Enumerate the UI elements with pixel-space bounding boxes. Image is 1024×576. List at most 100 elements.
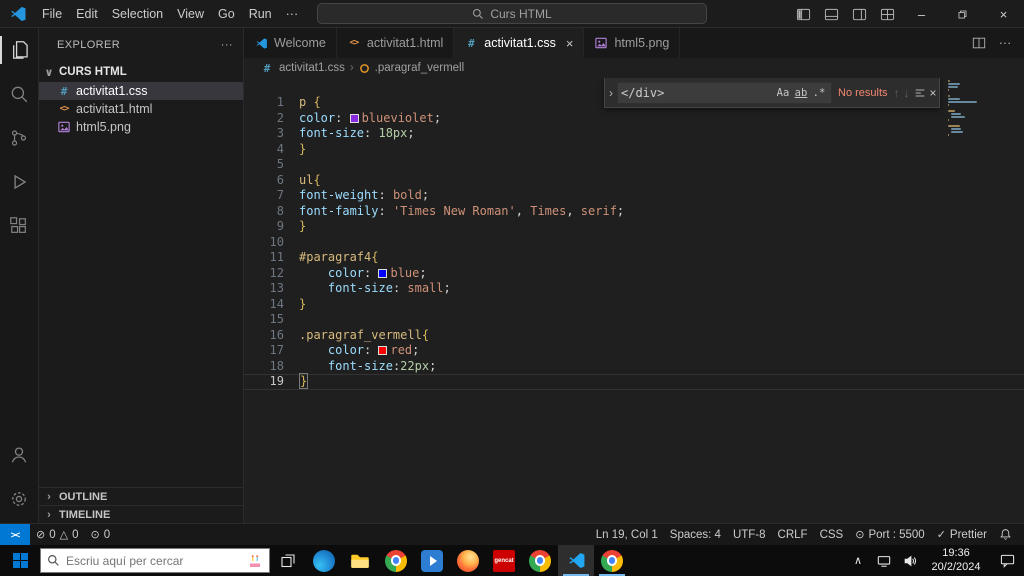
tab-activitat1-css[interactable]: # activitat1.css × [454, 28, 585, 58]
breadcrumb-file[interactable]: activitat1.css [279, 62, 345, 74]
code-editor[interactable]: 1p {2 color: blueviolet; 3 font-size: 18px;… [244, 78, 1024, 523]
more-actions-icon[interactable]: ··· [994, 32, 1016, 54]
breadcrumb-symbol[interactable]: .paragraf_vermell [375, 62, 464, 74]
match-case-icon[interactable]: Aa [774, 87, 792, 99]
taskbar-edge[interactable] [306, 545, 342, 576]
code-line-5[interactable]: 5 [244, 157, 1024, 173]
run-debug-icon[interactable] [0, 160, 38, 204]
restore-button[interactable] [942, 0, 983, 28]
explorer-more-actions-icon[interactable]: ··· [221, 39, 233, 51]
outline-section[interactable]: › OUTLINE [39, 487, 243, 505]
tab-html5-png[interactable]: html5.png [584, 28, 681, 58]
code-line-18[interactable]: 18 font-size:22px; [244, 359, 1024, 375]
customize-layout-icon[interactable] [873, 0, 901, 28]
taskbar-search[interactable] [40, 548, 270, 573]
status-language-mode[interactable]: CSS [814, 529, 850, 541]
file-activitat1-html[interactable]: <> activitat1.html [39, 100, 243, 118]
code-line-19[interactable]: 19} [244, 373, 1024, 390]
tab-welcome[interactable]: Welcome [244, 28, 337, 58]
regex-icon[interactable]: .* [810, 87, 828, 99]
taskbar-vscode[interactable] [558, 545, 594, 576]
extensions-icon[interactable] [0, 204, 38, 248]
settings-gear-icon[interactable] [0, 477, 38, 521]
status-live-server-port[interactable]: ⊙ Port : 5500 [849, 528, 930, 542]
menubar-item--[interactable]: ··· [279, 3, 306, 25]
color-swatch[interactable] [378, 346, 388, 355]
taskbar-chrome-2[interactable] [522, 545, 558, 576]
menubar-item-go[interactable]: Go [211, 3, 242, 25]
file-html5-png[interactable]: html5.png [39, 118, 243, 136]
file-activitat1-css[interactable]: # activitat1.css [39, 82, 243, 100]
taskbar-search-input[interactable] [66, 553, 241, 568]
folder-curs-html[interactable]: ∨ CURS HTML [39, 62, 243, 82]
toggle-panel-icon[interactable] [817, 0, 845, 28]
menubar-item-edit[interactable]: Edit [69, 3, 105, 25]
close-find-icon[interactable]: × [930, 86, 937, 100]
notifications-bell-icon[interactable] [993, 524, 1018, 545]
find-input[interactable] [621, 85, 774, 100]
find-in-selection-icon[interactable] [914, 87, 926, 99]
source-control-icon[interactable] [0, 116, 38, 160]
task-view-button[interactable] [270, 545, 306, 576]
code-line-15[interactable]: 15 [244, 312, 1024, 328]
start-button[interactable] [0, 545, 40, 576]
explorer-view-icon[interactable] [0, 28, 38, 72]
next-match-icon[interactable]: ↓ [904, 86, 910, 100]
color-swatch[interactable] [349, 113, 359, 123]
taskbar-file-explorer[interactable] [342, 545, 378, 576]
search-view-icon[interactable] [0, 72, 38, 116]
code-line-17[interactable]: 17 color: red; [244, 343, 1024, 359]
toggle-replace-icon[interactable]: › [609, 86, 613, 100]
code-line-2[interactable]: 2 color: blueviolet; [244, 111, 1024, 127]
close-button[interactable]: × [983, 0, 1024, 28]
minimap-line [948, 134, 949, 136]
menubar-item-selection[interactable]: Selection [105, 3, 170, 25]
tab-activitat1-html[interactable]: <> activitat1.html [336, 28, 455, 58]
whole-word-icon[interactable]: ab [792, 87, 810, 99]
code-line-11[interactable]: 11 #paragraf4{ [244, 250, 1024, 266]
split-editor-icon[interactable] [968, 32, 990, 54]
menubar-item-view[interactable]: View [170, 3, 211, 25]
status-prettier[interactable]: ✓ Prettier [931, 528, 993, 542]
status-encoding[interactable]: UTF-8 [727, 529, 772, 541]
code-line-14[interactable]: 14} [244, 297, 1024, 313]
code-line-3[interactable]: 3 font-size: 18px; [244, 126, 1024, 142]
status-eol[interactable]: CRLF [772, 529, 814, 541]
taskbar-media-app[interactable] [414, 545, 450, 576]
problems-status[interactable]: ⊘ 0 △ 0 [30, 524, 85, 545]
minimize-button[interactable]: – [901, 0, 942, 28]
close-tab-icon[interactable]: × [566, 36, 574, 51]
taskbar-gencat[interactable]: gencat [486, 545, 522, 576]
code-line-13[interactable]: 13 font-size: small; [244, 281, 1024, 297]
ports-status[interactable]: ⊙ 0 [85, 524, 117, 545]
code-line-9[interactable]: 9} [244, 219, 1024, 235]
remote-indicator[interactable]: >< [0, 524, 30, 545]
minimap[interactable] [948, 80, 980, 137]
code-line-4[interactable]: 4} [244, 142, 1024, 158]
status-cursor-position[interactable]: Ln 19, Col 1 [590, 529, 664, 541]
timeline-section[interactable]: › TIMELINE [39, 505, 243, 523]
tray-chevron-up-icon[interactable]: ∧ [846, 545, 870, 576]
menubar-item-file[interactable]: File [35, 3, 69, 25]
taskbar-clock[interactable]: 19:36 20/2/2024 [924, 547, 988, 575]
code-line-10[interactable]: 10 [244, 235, 1024, 251]
command-center-search[interactable]: Curs HTML [317, 3, 707, 24]
toggle-sidebar-icon[interactable] [789, 0, 817, 28]
volume-icon[interactable] [898, 545, 922, 576]
menubar-item-run[interactable]: Run [242, 3, 279, 25]
network-icon[interactable] [872, 545, 896, 576]
taskbar-firefox[interactable] [450, 545, 486, 576]
code-line-7[interactable]: 7 font-weight: bold; [244, 188, 1024, 204]
action-center-icon[interactable] [990, 545, 1024, 576]
color-swatch[interactable] [378, 268, 388, 278]
code-line-6[interactable]: 6 ul{ [244, 173, 1024, 189]
taskbar-chrome-1[interactable] [378, 545, 414, 576]
toggle-secondary-sidebar-icon[interactable] [845, 0, 873, 28]
taskbar-chrome-3[interactable] [594, 545, 630, 576]
accounts-icon[interactable] [0, 433, 38, 477]
code-line-12[interactable]: 12 color: blue; [244, 266, 1024, 282]
code-line-16[interactable]: 16 .paragraf_vermell{ [244, 328, 1024, 344]
status-indentation[interactable]: Spaces: 4 [664, 529, 727, 541]
code-line-8[interactable]: 8 font-family: 'Times New Roman', Times, … [244, 204, 1024, 220]
previous-match-icon[interactable]: ↑ [894, 86, 900, 100]
